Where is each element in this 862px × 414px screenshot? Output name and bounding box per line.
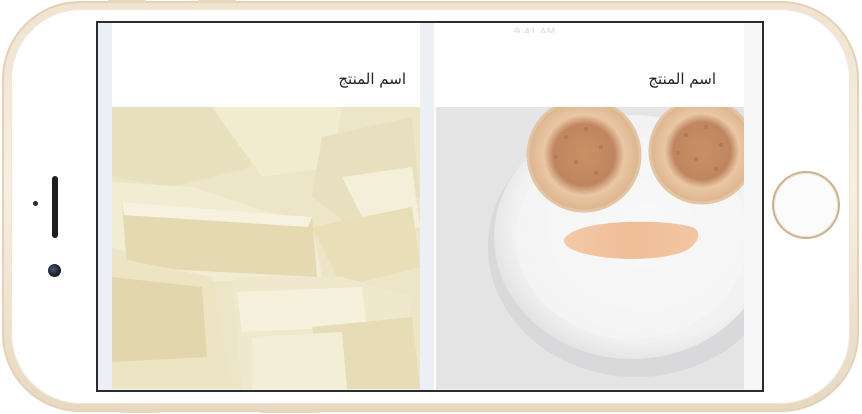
white-chocolate-image[interactable] (112, 107, 420, 389)
home-button[interactable] (774, 173, 838, 237)
product-card[interactable]: اسم المنتج (436, 33, 744, 390)
product-title: اسم المنتج (648, 70, 716, 88)
card-footer (436, 389, 744, 390)
product-title: اسم المنتج (338, 70, 406, 88)
side-button (120, 410, 160, 413)
proximity-sensor (33, 201, 38, 206)
phone-screen: 9:41 AM اسم المنتج (96, 21, 764, 392)
earpiece-speaker (52, 176, 58, 238)
grid-gap (98, 23, 112, 390)
side-button (260, 410, 320, 413)
grid-edge (744, 23, 762, 390)
volume-button (108, 0, 146, 3)
front-camera-icon (48, 264, 61, 277)
grid-gap (420, 23, 434, 390)
volume-button (198, 0, 236, 3)
card-footer (112, 389, 420, 390)
pancake-smiley-plate-image[interactable] (436, 107, 744, 389)
product-card[interactable]: اسم المنتج (112, 33, 420, 390)
